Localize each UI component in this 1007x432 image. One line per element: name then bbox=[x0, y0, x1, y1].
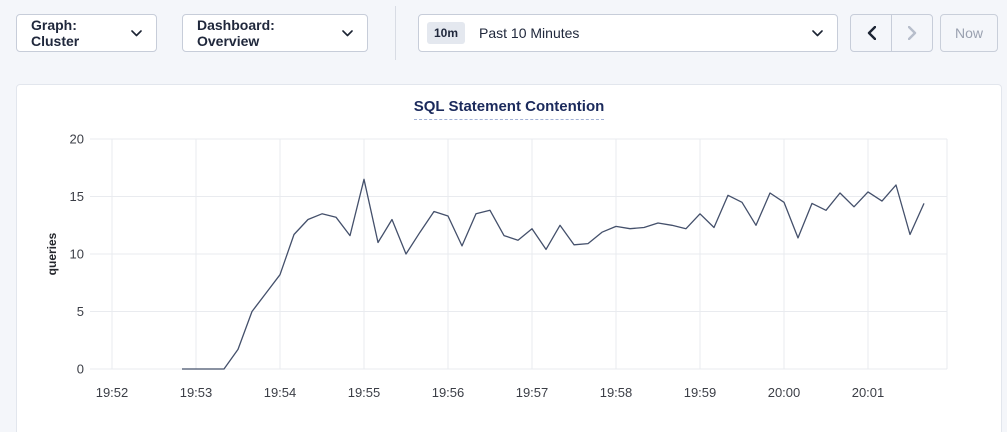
chevron-down-icon bbox=[342, 30, 353, 37]
time-range-select[interactable]: 10m Past 10 Minutes bbox=[418, 14, 838, 52]
time-range-badge: 10m bbox=[427, 22, 465, 44]
graph-dropdown-label: Graph: Cluster bbox=[31, 17, 121, 49]
prev-time-button[interactable] bbox=[851, 15, 891, 51]
now-button[interactable]: Now bbox=[940, 14, 998, 52]
chevron-down-icon bbox=[131, 30, 142, 37]
chevron-left-icon bbox=[867, 26, 876, 40]
chart-card: SQL Statement Contention bbox=[16, 84, 1002, 432]
toolbar-divider bbox=[395, 6, 396, 60]
chevron-right-icon bbox=[908, 26, 917, 40]
chevron-down-icon bbox=[812, 30, 823, 37]
now-button-label: Now bbox=[955, 25, 983, 41]
graph-dropdown[interactable]: Graph: Cluster bbox=[16, 14, 157, 52]
chart-title[interactable]: SQL Statement Contention bbox=[414, 98, 605, 120]
time-range-label: Past 10 Minutes bbox=[479, 25, 802, 41]
chart-title-row: SQL Statement Contention bbox=[17, 85, 1001, 120]
dashboard-dropdown[interactable]: Dashboard: Overview bbox=[182, 14, 368, 52]
dashboard-dropdown-label: Dashboard: Overview bbox=[197, 17, 332, 49]
time-range-arrow-group bbox=[850, 14, 933, 52]
next-time-button[interactable] bbox=[891, 15, 932, 51]
